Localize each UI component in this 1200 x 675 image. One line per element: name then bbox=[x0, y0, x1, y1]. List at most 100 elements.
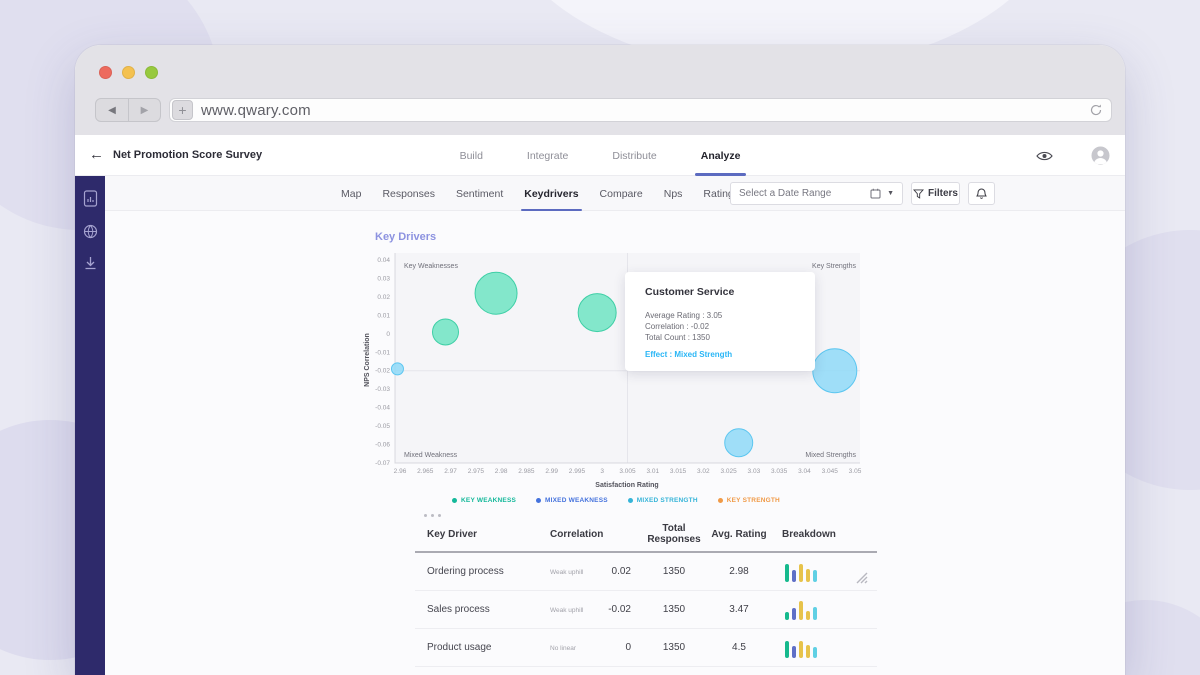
tab-integrate[interactable]: Integrate bbox=[527, 135, 568, 176]
download-icon[interactable] bbox=[83, 256, 98, 271]
subtab-keydrivers[interactable]: Keydrivers bbox=[521, 176, 582, 211]
maximize-window-icon[interactable] bbox=[145, 66, 158, 79]
subtab-responses[interactable]: Responses bbox=[382, 176, 435, 211]
traffic-lights bbox=[99, 66, 158, 79]
avg-rating: 2.98 bbox=[729, 566, 749, 577]
svg-text:3.02: 3.02 bbox=[697, 468, 710, 475]
header-total-responses: Total Responses bbox=[647, 523, 701, 545]
svg-text:Mixed Strengths: Mixed Strengths bbox=[805, 452, 856, 459]
svg-text:2.975: 2.975 bbox=[468, 468, 485, 475]
app-header: ← Net Promotion Score Survey Build Integ… bbox=[75, 135, 1125, 176]
svg-text:Satisfaction Rating: Satisfaction Rating bbox=[595, 482, 658, 489]
browser-chrome: ◀ ▶ + www.qwary.com bbox=[75, 45, 1125, 135]
new-tab-icon[interactable]: + bbox=[172, 100, 193, 120]
header-correlation: Correlation bbox=[550, 528, 604, 540]
notifications-button[interactable] bbox=[968, 182, 995, 205]
svg-text:2.985: 2.985 bbox=[518, 468, 535, 475]
svg-text:2.98: 2.98 bbox=[495, 468, 508, 475]
legend-key-weakness[interactable]: KEY WEAKNESS bbox=[452, 497, 516, 504]
svg-text:-0.05: -0.05 bbox=[375, 423, 390, 430]
keydrivers-table: Key Driver Correlation Total Responses A… bbox=[415, 514, 877, 675]
filters-button[interactable]: Filters bbox=[911, 182, 960, 205]
analyze-toolbar: Map Responses Sentiment Keydrivers Compa… bbox=[105, 176, 1125, 211]
subtab-compare[interactable]: Compare bbox=[600, 176, 643, 211]
svg-text:0: 0 bbox=[386, 331, 390, 338]
legend-dot-icon bbox=[627, 498, 633, 503]
svg-text:-0.04: -0.04 bbox=[375, 405, 390, 412]
legend-dot-icon bbox=[536, 498, 542, 503]
tooltip-avg-rating: Average Rating : 3.05 bbox=[645, 311, 723, 320]
table-row[interactable]: Sales process Weak uphill -0.02 1350 3.4… bbox=[415, 591, 877, 629]
tab-analyze[interactable]: Analyze bbox=[694, 135, 747, 176]
report-document-icon[interactable] bbox=[83, 190, 98, 207]
table-row-partial[interactable] bbox=[415, 667, 877, 675]
svg-text:0.02: 0.02 bbox=[377, 294, 390, 301]
correlation-value: -0.02 bbox=[608, 604, 631, 615]
tooltip-title: Customer Service bbox=[645, 286, 735, 298]
chevron-down-icon: ▼ bbox=[887, 190, 894, 197]
url-bar[interactable]: + www.qwary.com bbox=[169, 98, 1112, 122]
total-responses: 1350 bbox=[662, 604, 686, 615]
close-window-icon[interactable] bbox=[99, 66, 112, 79]
tooltip-correlation: Correlation : -0.02 bbox=[645, 322, 710, 331]
legend-dot-icon bbox=[452, 498, 458, 503]
breakdown-minichart bbox=[775, 638, 877, 658]
url-text[interactable]: www.qwary.com bbox=[201, 102, 1089, 119]
tab-distribute[interactable]: Distribute bbox=[612, 135, 656, 176]
svg-text:3.005: 3.005 bbox=[619, 468, 636, 475]
tooltip-total-count: Total Count : 1350 bbox=[645, 333, 710, 342]
correlation-value: 0 bbox=[625, 642, 631, 653]
filters-label: Filters bbox=[927, 188, 958, 199]
table-row[interactable]: Product usage No linear 0 1350 4.5 bbox=[415, 629, 877, 667]
correlation-label: Weak uphill bbox=[550, 607, 584, 614]
browser-back-button[interactable]: ◀ bbox=[96, 99, 128, 121]
svg-text:3: 3 bbox=[600, 468, 604, 475]
svg-text:2.97: 2.97 bbox=[444, 468, 457, 475]
svg-text:Key Weaknesses: Key Weaknesses bbox=[404, 263, 458, 270]
svg-text:2.99: 2.99 bbox=[545, 468, 558, 475]
resize-handle-icon[interactable] bbox=[855, 571, 869, 585]
user-avatar[interactable] bbox=[1091, 146, 1110, 165]
chart-legend: KEY WEAKNESS MIXED WEAKNESS MIXED STRENG… bbox=[360, 497, 872, 504]
svg-text:3.04: 3.04 bbox=[798, 468, 811, 475]
subtab-sentiment[interactable]: Sentiment bbox=[456, 176, 503, 211]
tooltip-effect: Effect : Mixed Strength bbox=[645, 350, 733, 359]
breakdown-minichart bbox=[775, 600, 877, 620]
keydrivers-panel: Key Drivers 0.04 0.03 0.02 0.01 0 -0.01 -0.02 -… bbox=[105, 211, 1125, 675]
svg-text:0.01: 0.01 bbox=[377, 312, 390, 319]
reload-icon[interactable] bbox=[1089, 103, 1103, 117]
correlation-label: Weak uphill bbox=[550, 569, 584, 576]
tab-build[interactable]: Build bbox=[460, 135, 483, 176]
chart-tooltip: Customer Service Average Rating : 3.05 C… bbox=[625, 272, 815, 371]
header-breakdown: Breakdown bbox=[782, 528, 836, 540]
legend-key-strength[interactable]: KEY STRENGTH bbox=[717, 497, 780, 504]
subtab-nps[interactable]: Nps bbox=[664, 176, 683, 211]
table-drag-dots[interactable] bbox=[415, 514, 877, 523]
total-responses: 1350 bbox=[662, 642, 686, 653]
app-tabs: Build Integrate Distribute Analyze bbox=[75, 135, 1125, 176]
avg-rating: 3.47 bbox=[729, 604, 749, 615]
total-responses: 1350 bbox=[662, 566, 686, 577]
table-row[interactable]: Ordering process Weak uphill 0.02 1350 2… bbox=[415, 553, 877, 591]
svg-text:NPS Correlation: NPS Correlation bbox=[364, 333, 371, 387]
minimize-window-icon[interactable] bbox=[122, 66, 135, 79]
svg-text:0.03: 0.03 bbox=[377, 275, 390, 282]
svg-text:3.015: 3.015 bbox=[670, 468, 687, 475]
svg-text:3.05: 3.05 bbox=[849, 468, 862, 475]
globe-icon[interactable] bbox=[83, 224, 98, 239]
header-key-driver: Key Driver bbox=[427, 528, 478, 540]
svg-text:-0.07: -0.07 bbox=[375, 460, 390, 467]
legend-mixed-weakness[interactable]: MIXED WEAKNESS bbox=[536, 497, 608, 504]
legend-mixed-strength[interactable]: MIXED STRENGTH bbox=[627, 497, 698, 504]
browser-forward-button[interactable]: ▶ bbox=[128, 99, 160, 121]
legend-dot-icon bbox=[717, 498, 723, 503]
chart-title: Key Drivers bbox=[375, 231, 437, 243]
svg-text:Key Strengths: Key Strengths bbox=[812, 263, 856, 270]
header-avg-rating: Avg. Rating bbox=[711, 528, 767, 540]
preview-eye-icon[interactable] bbox=[1036, 150, 1053, 162]
svg-text:3.01: 3.01 bbox=[646, 468, 659, 475]
subtab-map[interactable]: Map bbox=[341, 176, 361, 211]
svg-text:2.965: 2.965 bbox=[417, 468, 434, 475]
date-range-select[interactable]: Select a Date Range ▼ bbox=[730, 182, 903, 205]
svg-text:3.025: 3.025 bbox=[720, 468, 737, 475]
